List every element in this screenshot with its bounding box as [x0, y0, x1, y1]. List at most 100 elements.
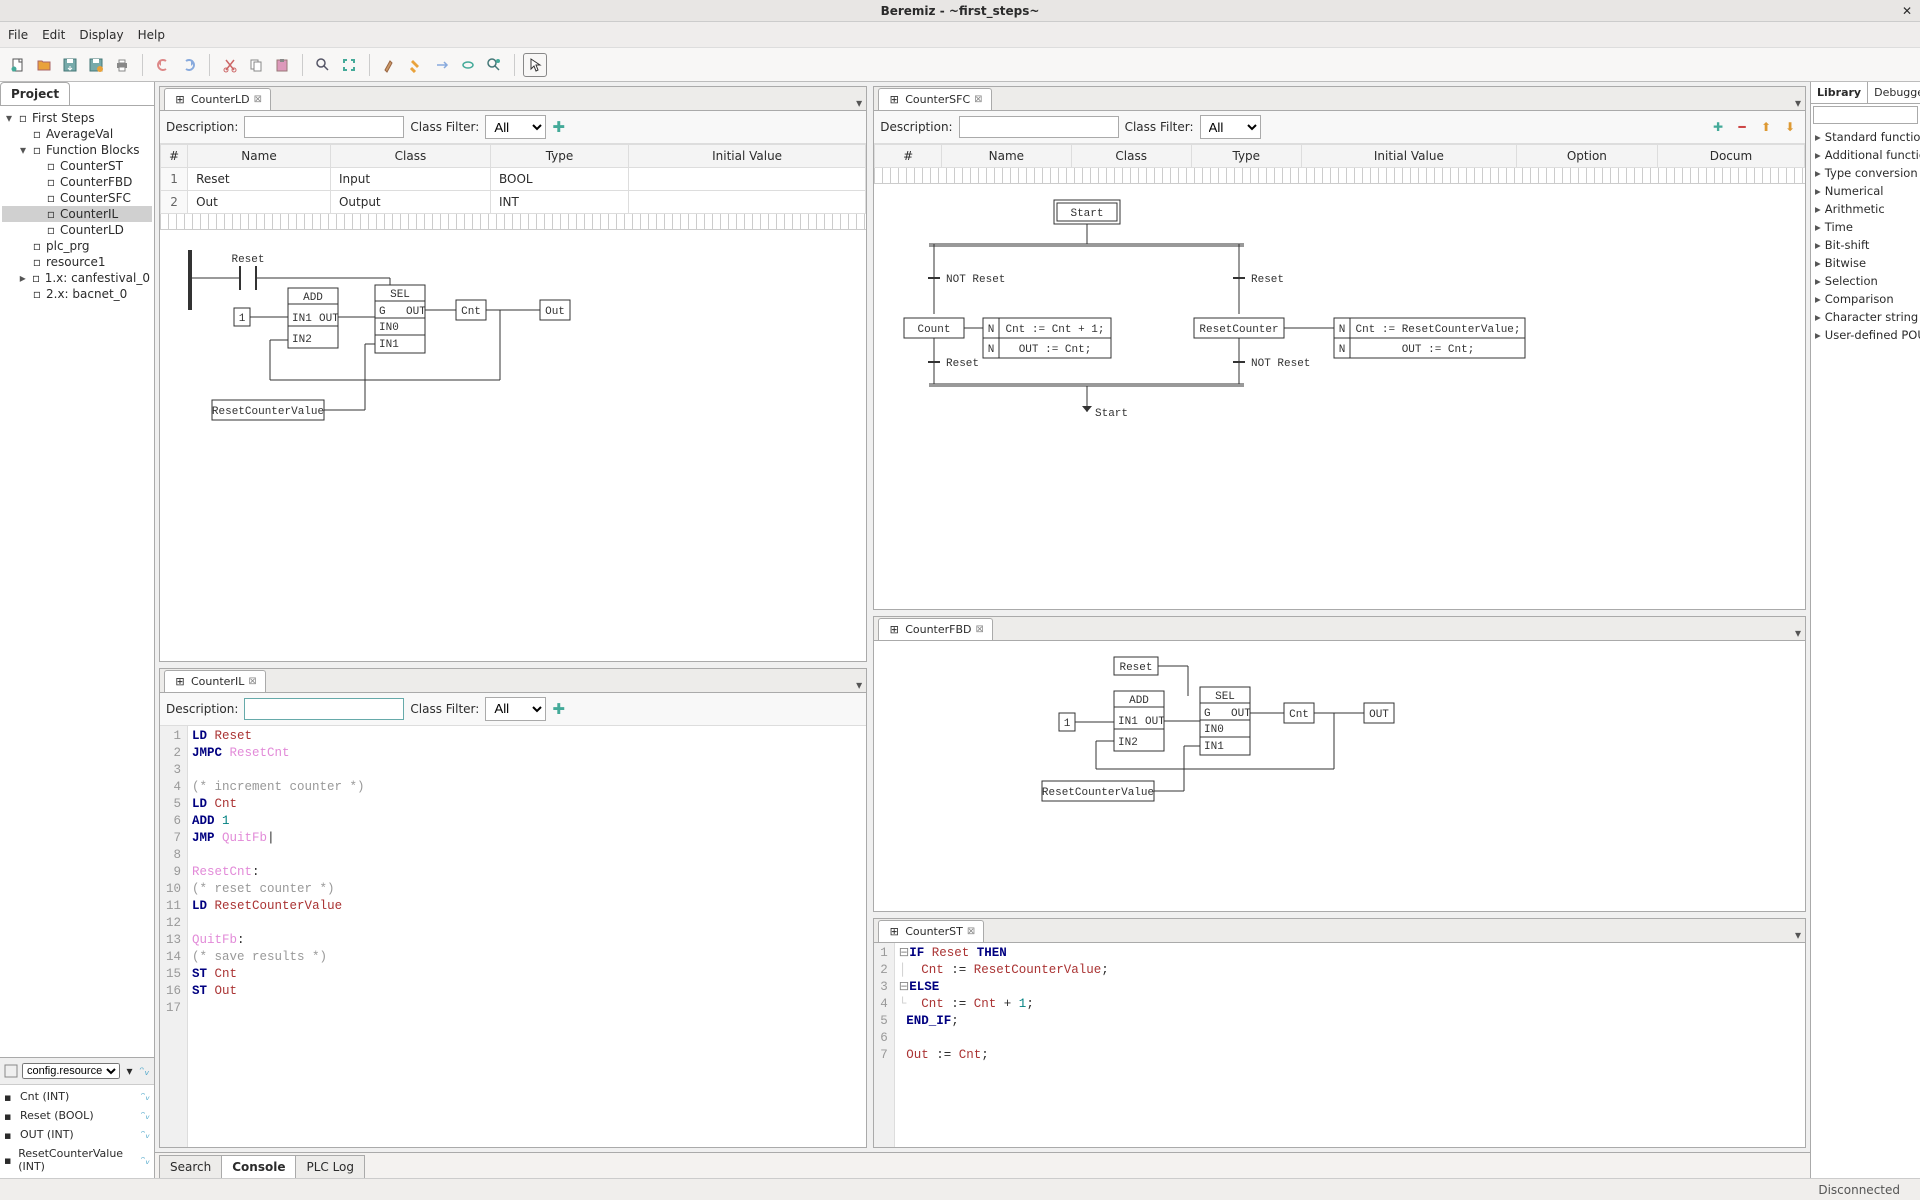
tree-item-1-x--canfestival-0[interactable]: ▸▫1.x: canfestival_0: [2, 270, 152, 286]
description-input[interactable]: [959, 116, 1119, 138]
tree-item-plc-prg[interactable]: ▫plc_prg: [2, 238, 152, 254]
tab-debugger[interactable]: Debugger: [1868, 82, 1920, 103]
il-code-editor[interactable]: 1234567891011121314151617 LD Reset JMPC …: [160, 726, 866, 1147]
tree-item-counteril[interactable]: ▫CounterIL: [2, 206, 152, 222]
remove-button[interactable]: ━: [1733, 118, 1751, 136]
project-tab[interactable]: Project: [0, 82, 70, 105]
tab-counteril[interactable]: ⊞ CounterIL ⊠: [164, 670, 266, 692]
description-input[interactable]: [244, 698, 404, 720]
st-icon: ⊞: [887, 924, 901, 938]
search-icon[interactable]: [311, 53, 335, 77]
transfer-button[interactable]: [430, 53, 454, 77]
var-item[interactable]: ▪ResetCounterValue (INT)ᵔᵥ: [0, 1144, 154, 1176]
connect-button[interactable]: [456, 53, 480, 77]
save-button[interactable]: [58, 53, 82, 77]
resource-selector[interactable]: config.resource: [22, 1063, 120, 1079]
library-item[interactable]: ▸Arithmetic: [1811, 200, 1920, 218]
description-input[interactable]: [244, 116, 404, 138]
var-item[interactable]: ▪Cnt (INT)ᵔᵥ: [0, 1087, 154, 1106]
close-tab-counteril[interactable]: ⊠: [248, 676, 256, 687]
library-item[interactable]: ▸Character string: [1811, 308, 1920, 326]
inspect-button[interactable]: [482, 53, 506, 77]
build-button[interactable]: [378, 53, 402, 77]
tree-item-function-blocks[interactable]: ▾▫Function Blocks: [2, 142, 152, 158]
tab-menu-dropdown[interactable]: ▾: [856, 678, 862, 692]
undo-button[interactable]: [151, 53, 175, 77]
paste-button[interactable]: [270, 53, 294, 77]
new-button[interactable]: [6, 53, 30, 77]
svg-text:Reset: Reset: [231, 254, 264, 266]
library-item[interactable]: ▸Additional function: [1811, 146, 1920, 164]
library-item[interactable]: ▸Comparison: [1811, 290, 1920, 308]
fbd-diagram[interactable]: Reset 1 ADD IN1 OUT IN2: [874, 641, 1805, 911]
ld-diagram[interactable]: Reset 1 ADD IN1: [160, 214, 866, 661]
cursor-button[interactable]: [523, 53, 547, 77]
class-filter-select[interactable]: All: [1200, 115, 1261, 139]
library-item[interactable]: ▸Type conversion: [1811, 164, 1920, 182]
tab-menu-dropdown[interactable]: ▾: [1795, 626, 1801, 640]
fullscreen-button[interactable]: [337, 53, 361, 77]
variable-table-sfc[interactable]: #NameClassTypeInitial ValueOptionDocum: [874, 144, 1805, 168]
tab-library[interactable]: Library: [1811, 82, 1868, 103]
library-item[interactable]: ▸Bit-shift: [1811, 236, 1920, 254]
st-code-editor[interactable]: 1234567 ⊟IF Reset THEN │ Cnt := ResetCou…: [874, 943, 1805, 1147]
clean-button[interactable]: [404, 53, 428, 77]
copy-button[interactable]: [244, 53, 268, 77]
tab-counterld[interactable]: ⊞ CounterLD ⊠: [164, 88, 271, 110]
tree-item-countersfc[interactable]: ▫CounterSFC: [2, 190, 152, 206]
sfc-diagram[interactable]: Start NOT Reset Count N: [874, 168, 1805, 609]
window-close-button[interactable]: ✕: [1902, 4, 1912, 18]
library-item[interactable]: ▸Bitwise: [1811, 254, 1920, 272]
var-item[interactable]: ▪Reset (BOOL)ᵔᵥ: [0, 1106, 154, 1125]
tab-menu-dropdown[interactable]: ▾: [1795, 96, 1801, 110]
variable-table[interactable]: #NameClassTypeInitial Value 1ResetInputB…: [160, 144, 866, 214]
tab-menu-dropdown[interactable]: ▾: [856, 96, 862, 110]
tab-search[interactable]: Search: [159, 1155, 222, 1178]
saveas-button[interactable]: [84, 53, 108, 77]
cut-button[interactable]: [218, 53, 242, 77]
tree-item-counterst[interactable]: ▫CounterST: [2, 158, 152, 174]
tree-item-counterfbd[interactable]: ▫CounterFBD: [2, 174, 152, 190]
tree-item-first-steps[interactable]: ▾▫First Steps: [2, 110, 152, 126]
tree-item-2-x--bacnet-0[interactable]: ▫2.x: bacnet_0: [2, 286, 152, 302]
library-item[interactable]: ▸Selection: [1811, 272, 1920, 290]
class-filter-select[interactable]: All: [485, 115, 546, 139]
statusbar: Disconnected: [0, 1178, 1920, 1200]
redo-button[interactable]: [177, 53, 201, 77]
library-item[interactable]: ▸Time: [1811, 218, 1920, 236]
up-button[interactable]: ⬆: [1757, 118, 1775, 136]
close-tab-counterfbd[interactable]: ⊠: [976, 624, 984, 635]
var-panel-dropdown[interactable]: ▾: [124, 1062, 135, 1080]
close-tab-countersfc[interactable]: ⊠: [974, 94, 982, 105]
library-item[interactable]: ▸User-defined POU: [1811, 326, 1920, 344]
library-item[interactable]: ▸Numerical: [1811, 182, 1920, 200]
menu-file[interactable]: File: [8, 28, 28, 42]
close-tab-counterst[interactable]: ⊠: [967, 926, 975, 937]
tab-counterst[interactable]: ⊞ CounterST ⊠: [878, 920, 984, 942]
open-button[interactable]: [32, 53, 56, 77]
down-button[interactable]: ⬇: [1781, 118, 1799, 136]
var-panel-debug[interactable]: ᵔᵥ: [139, 1062, 150, 1080]
menu-help[interactable]: Help: [138, 28, 165, 42]
tree-item-averageval[interactable]: ▫AverageVal: [2, 126, 152, 142]
library-item[interactable]: ▸Standard function: [1811, 128, 1920, 146]
close-tab-counterld[interactable]: ⊠: [254, 94, 262, 105]
tab-menu-dropdown[interactable]: ▾: [1795, 928, 1801, 942]
print-button[interactable]: [110, 53, 134, 77]
tree-item-resource1[interactable]: ▫resource1: [2, 254, 152, 270]
project-tree[interactable]: ▾▫First Steps▫AverageVal▾▫Function Block…: [0, 105, 154, 1057]
tab-countersfc[interactable]: ⊞ CounterSFC ⊠: [878, 88, 991, 110]
library-search-input[interactable]: [1813, 106, 1918, 124]
add-button[interactable]: ✚: [1709, 118, 1727, 136]
tab-plclog[interactable]: PLC Log: [295, 1155, 365, 1178]
add-variable-button[interactable]: ✚: [552, 118, 570, 136]
class-filter-select[interactable]: All: [485, 697, 546, 721]
tab-counterfbd[interactable]: ⊞ CounterFBD ⊠: [878, 618, 993, 640]
tab-console[interactable]: Console: [221, 1155, 296, 1178]
add-variable-button[interactable]: ✚: [552, 700, 570, 718]
var-item[interactable]: ▪OUT (INT)ᵔᵥ: [0, 1125, 154, 1144]
tree-item-counterld[interactable]: ▫CounterLD: [2, 222, 152, 238]
svg-text:NOT Reset: NOT Reset: [946, 274, 1005, 286]
menu-edit[interactable]: Edit: [42, 28, 65, 42]
menu-display[interactable]: Display: [79, 28, 123, 42]
